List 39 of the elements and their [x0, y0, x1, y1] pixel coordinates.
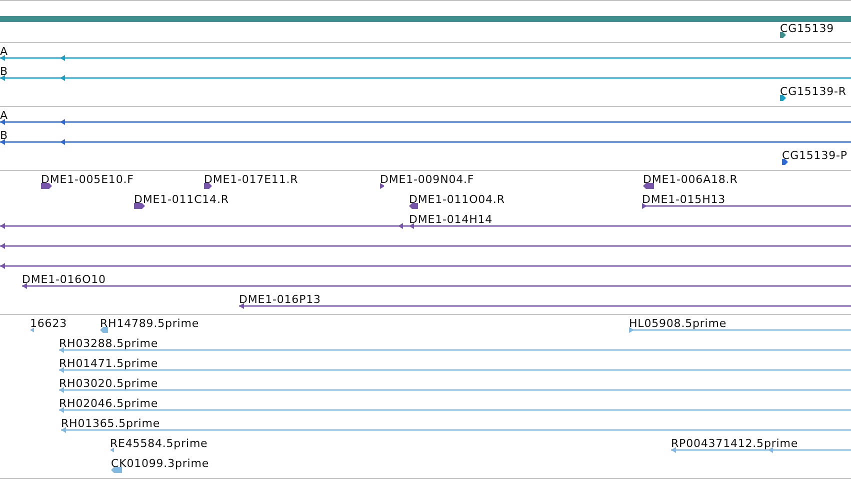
feature-label: CG15139-P	[782, 150, 848, 162]
feature-glyph[interactable]	[41, 182, 52, 190]
feature-line[interactable]	[642, 202, 851, 210]
feature-glyph[interactable]	[380, 182, 384, 190]
feature-label: CK01099.3prime	[111, 458, 210, 470]
feature-label: A	[0, 46, 8, 58]
feature-glyph[interactable]	[782, 158, 788, 166]
feature-label: DME1-011O04.R	[409, 194, 505, 206]
feature-label: DME1-006A18.R	[643, 174, 738, 186]
feature-label: DME1-016O10	[22, 274, 106, 286]
feature-label: DME1-016P13	[239, 294, 321, 306]
feature-label: RH02046.5prime	[59, 398, 158, 410]
feature-label: RH01471.5prime	[59, 358, 158, 370]
feature-label: CG15139-R	[780, 86, 846, 98]
feature-label: DME1-009N04.F	[380, 174, 474, 186]
feature-label: RH03288.5prime	[59, 338, 158, 350]
feature-label: RP004371412.5prime	[671, 438, 798, 450]
feature-label: RH01365.5prime	[61, 418, 160, 430]
feature-label: RE45584.5prime	[110, 438, 208, 450]
feature-label: A	[0, 110, 8, 122]
feature-glyph[interactable]	[780, 94, 786, 102]
feature-glyph[interactable]	[134, 202, 145, 210]
feature-label: RH03020.5prime	[59, 378, 158, 390]
feature-label: CG15139	[780, 23, 834, 35]
feature-label: DME1-005E10.F	[41, 174, 134, 186]
feature-label: B	[0, 130, 8, 142]
feature-label: RH14789.5prime	[100, 318, 200, 330]
feature-label: HL05908.5prime	[629, 318, 727, 330]
feature-glyph[interactable]	[204, 182, 212, 190]
feature-glyph[interactable]	[409, 202, 418, 210]
feature-label: DME1-017E11.R	[204, 174, 298, 186]
feature-glyph[interactable]	[30, 326, 34, 334]
feature-label: DME1-011C14.R	[134, 194, 229, 206]
feature-label: DME1-014H14	[409, 214, 493, 226]
feature-label: DME1-015H13	[642, 194, 726, 206]
feature-glyph[interactable]	[643, 182, 654, 190]
feature-label: B	[0, 66, 8, 78]
feature-label: 16623	[30, 318, 67, 330]
feature-glyph[interactable]	[780, 31, 786, 39]
